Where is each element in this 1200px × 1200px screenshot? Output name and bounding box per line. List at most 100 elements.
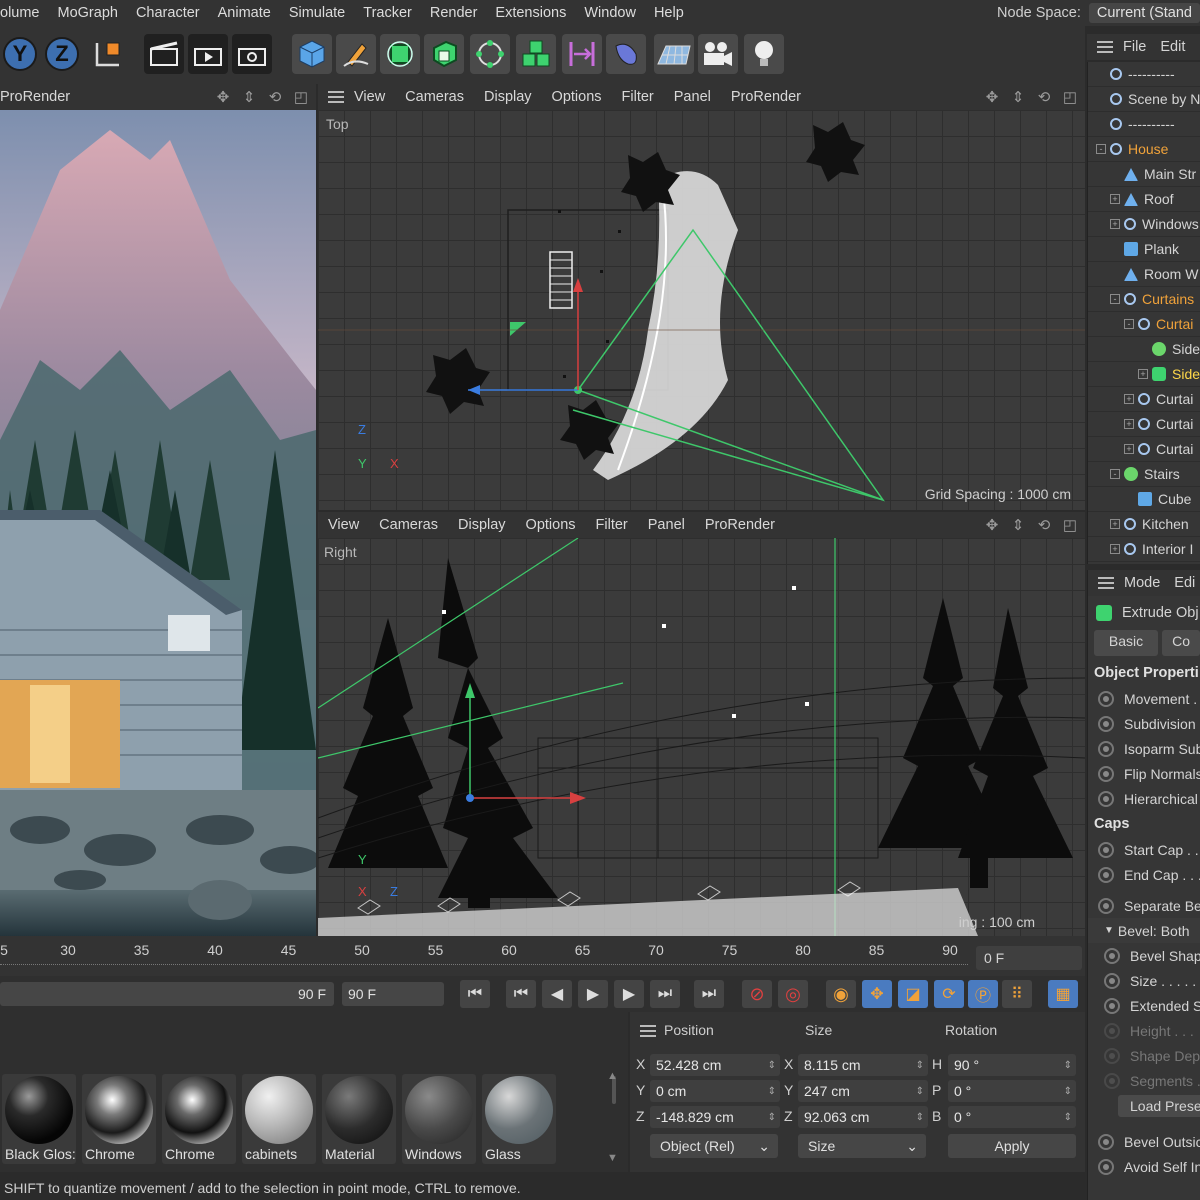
right-menu-filter[interactable]: Filter	[586, 517, 638, 533]
maximize-view-icon[interactable]: ◰	[292, 88, 310, 106]
timeline-window-button[interactable]: ▦	[1048, 980, 1078, 1008]
cube-button[interactable]	[292, 34, 332, 74]
dolly-view-icon[interactable]: ⇕	[1009, 516, 1027, 534]
expand-icon[interactable]: +	[1124, 444, 1134, 454]
next-frame-button[interactable]: ▶	[614, 980, 644, 1008]
move-view-icon[interactable]: ✥	[983, 88, 1001, 106]
stepper-icon[interactable]: ⇕	[916, 1112, 924, 1123]
render-viewport-title[interactable]: ProRender	[0, 89, 80, 105]
attribute-row[interactable]: Start Cap . .	[1088, 837, 1200, 862]
stepper-icon[interactable]: ⇕	[916, 1060, 924, 1071]
menu-volume[interactable]: olume	[0, 5, 49, 21]
cloner-button[interactable]	[470, 34, 510, 74]
position-field[interactable]: 52.428 cm ⇕	[650, 1054, 780, 1076]
right-menu-display[interactable]: Display	[448, 517, 516, 533]
expand-icon[interactable]: +	[1110, 194, 1120, 204]
current-frame-field[interactable]: 0 F	[976, 946, 1082, 970]
menu-extensions[interactable]: Extensions	[486, 5, 575, 21]
size-field[interactable]: 92.063 cm ⇕	[798, 1106, 928, 1128]
collapse-icon[interactable]: -	[1124, 319, 1134, 329]
keyframe-selection-button[interactable]: ◉	[826, 980, 856, 1008]
attribute-row[interactable]: Bevel Outsic	[1088, 1129, 1200, 1154]
subdivision-button[interactable]	[380, 34, 420, 74]
maximize-view-icon[interactable]: ◰	[1061, 88, 1079, 106]
object-row[interactable]: + Windows	[1088, 212, 1200, 237]
object-row[interactable]: + Curtai	[1088, 387, 1200, 412]
object-row[interactable]: Side	[1088, 337, 1200, 362]
prev-frame-button[interactable]: ◀	[542, 980, 572, 1008]
attr-tab-basic[interactable]: Basic	[1094, 630, 1159, 656]
bevel-group-header[interactable]: ▼ Bevel: Both	[1088, 918, 1200, 943]
material-swatch[interactable]: cabinets	[242, 1074, 316, 1164]
coordinate-menu-icon[interactable]	[640, 1025, 656, 1037]
coordinate-system-button[interactable]	[88, 34, 128, 74]
material-swatch[interactable]: Glass	[482, 1074, 556, 1164]
collapse-icon[interactable]: -	[1096, 144, 1106, 154]
attribute-row[interactable]: Subdivision	[1088, 711, 1200, 736]
stepper-icon[interactable]: ⇕	[768, 1086, 776, 1097]
object-menu-edit[interactable]: Edit	[1160, 39, 1185, 55]
material-swatch[interactable]: Material	[322, 1074, 396, 1164]
key-parameter-button[interactable]: Ⓟ	[968, 980, 998, 1008]
axis-y-button[interactable]: Y	[0, 34, 40, 74]
attribute-row[interactable]: Extended S	[1088, 993, 1200, 1018]
object-row[interactable]: + Roof	[1088, 187, 1200, 212]
top-viewport[interactable]: Top Z Y X Grid Spacing : 1000 cm	[318, 110, 1085, 510]
key-scale-button[interactable]: ◪	[898, 980, 928, 1008]
deformer-button[interactable]	[606, 34, 646, 74]
top-menu-cameras[interactable]: Cameras	[395, 89, 474, 105]
right-menu-panel[interactable]: Panel	[638, 517, 695, 533]
rotate-view-icon[interactable]: ⟲	[266, 88, 284, 106]
dolly-view-icon[interactable]: ⇕	[240, 88, 258, 106]
material-swatch[interactable]: Black Glos:	[2, 1074, 76, 1164]
volume-button[interactable]	[516, 34, 556, 74]
goto-end-button[interactable]: ⏭	[694, 980, 724, 1008]
node-space-select[interactable]: Current (Stand	[1088, 3, 1200, 23]
top-menu-options[interactable]: Options	[542, 89, 612, 105]
prev-key-button[interactable]: ⏮	[506, 980, 536, 1008]
expand-icon[interactable]: +	[1110, 519, 1120, 529]
position-field[interactable]: 0 cm ⇕	[650, 1080, 780, 1102]
attribute-row[interactable]: Size . . . . .	[1088, 968, 1200, 993]
render-settings-button[interactable]	[232, 34, 272, 74]
object-row[interactable]: ----------	[1088, 62, 1200, 87]
object-row[interactable]: - House	[1088, 137, 1200, 162]
viewport-menu-icon[interactable]	[328, 91, 344, 103]
size-field[interactable]: 8.115 cm ⇕	[798, 1054, 928, 1076]
end-frame-slider[interactable]: 90 F	[0, 982, 334, 1006]
object-row[interactable]: Cube	[1088, 487, 1200, 512]
object-row[interactable]: + Curtai	[1088, 437, 1200, 462]
expand-icon[interactable]: +	[1124, 419, 1134, 429]
menu-animate[interactable]: Animate	[209, 5, 280, 21]
extrude-button[interactable]	[424, 34, 464, 74]
render-view-button[interactable]	[144, 34, 184, 74]
pen-button[interactable]	[336, 34, 376, 74]
timeline-ruler[interactable]: 5 30 35 40 45 50 55 60 65 70 75 80 85 90 0 F	[0, 936, 1085, 976]
attribute-manager-menu-icon[interactable]	[1098, 577, 1114, 589]
spacing-button[interactable]	[562, 34, 602, 74]
axis-z-button[interactable]: Z	[42, 34, 82, 74]
stepper-icon[interactable]: ⇕	[1064, 1086, 1072, 1097]
render-picture-button[interactable]	[188, 34, 228, 74]
object-row[interactable]: + Kitchen	[1088, 512, 1200, 537]
object-row[interactable]: - Curtains	[1088, 287, 1200, 312]
rotation-field[interactable]: 0 ° ⇕	[948, 1106, 1076, 1128]
apply-button[interactable]: Apply	[948, 1134, 1076, 1158]
rotate-view-icon[interactable]: ⟲	[1035, 88, 1053, 106]
right-menu-cameras[interactable]: Cameras	[369, 517, 448, 533]
attribute-row[interactable]: Movement . .	[1088, 686, 1200, 711]
play-button[interactable]: ▶	[578, 980, 608, 1008]
autokey-button[interactable]: ◎	[778, 980, 808, 1008]
rotation-field[interactable]: 90 ° ⇕	[948, 1054, 1076, 1076]
position-field[interactable]: -148.829 cm ⇕	[650, 1106, 780, 1128]
right-viewport[interactable]: Right Y X Z ing : 100 cm	[318, 538, 1085, 936]
camera-button[interactable]	[698, 34, 738, 74]
separate-bevel-row[interactable]: Separate Be	[1088, 893, 1200, 918]
collapse-icon[interactable]: -	[1110, 294, 1120, 304]
material-swatch[interactable]: Chrome	[162, 1074, 236, 1164]
move-view-icon[interactable]: ✥	[214, 88, 232, 106]
top-menu-display[interactable]: Display	[474, 89, 542, 105]
stepper-icon[interactable]: ⇕	[1064, 1112, 1072, 1123]
object-row[interactable]: Main Str	[1088, 162, 1200, 187]
material-swatch[interactable]: Chrome	[82, 1074, 156, 1164]
